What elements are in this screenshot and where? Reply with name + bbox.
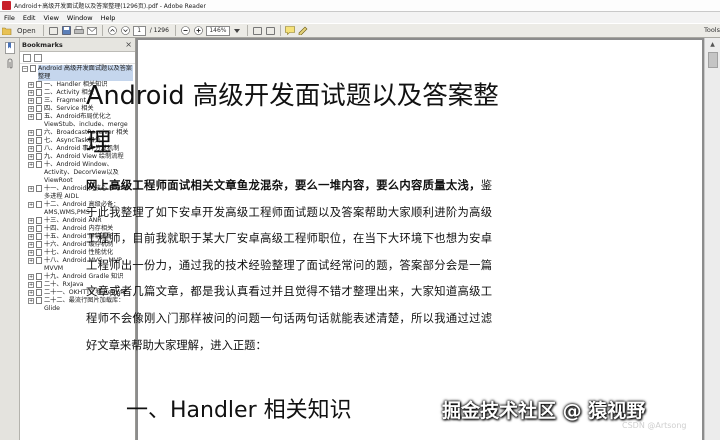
bookmarks-header: Bookmarks × (20, 38, 135, 52)
menu-help[interactable]: Help (97, 14, 120, 22)
window-title: Android+高级开发面试题以及答案整理(1296页).pdf - Adobe… (14, 3, 206, 10)
bookmark-page-icon (36, 129, 42, 136)
bookmark-page-icon (36, 153, 42, 160)
menu-file[interactable]: File (0, 14, 19, 22)
expand-icon[interactable]: + (28, 290, 34, 296)
bookmark-page-icon (36, 89, 42, 96)
bookmarks-title: Bookmarks (22, 40, 63, 49)
menu-view[interactable]: View (39, 14, 62, 22)
menu-bar: File Edit View Window Help (0, 12, 720, 23)
bookmark-page-icon (36, 161, 42, 168)
bookmark-page-icon (36, 233, 42, 240)
zoom-out-icon[interactable] (180, 25, 191, 36)
expand-icon[interactable]: + (28, 242, 34, 248)
bookmark-page-icon (36, 297, 42, 304)
bookmark-page-icon (30, 65, 36, 72)
intro-bold-text: 网上高级工程师面试相关文章鱼龙混杂，要么一堆内容，要么内容质量太浅， (86, 179, 481, 192)
open-folder-icon[interactable] (1, 25, 12, 36)
section-heading: 一、Handler 相关知识 (126, 398, 352, 423)
toolbar-separator (246, 25, 248, 36)
scroll-up-icon[interactable]: ▲ (705, 38, 720, 50)
toolbar-separator (279, 25, 281, 36)
adobe-reader-icon (2, 1, 11, 10)
comment-icon[interactable] (285, 25, 296, 36)
bookmark-page-icon (36, 241, 42, 248)
zoom-level-select[interactable]: 146% (205, 25, 230, 36)
document-intro-paragraph: 网上高级工程师面试相关文章鱼龙混杂，要么一堆内容，要么内容质量太浅，鉴于此我整理… (86, 173, 492, 359)
open-button[interactable]: Open (14, 25, 39, 36)
toolbar-separator (42, 25, 44, 36)
previous-page-icon[interactable] (107, 25, 118, 36)
page-number-input[interactable]: 1 (132, 25, 146, 36)
document-title: Android 高级开发面试题以及答案整理 (86, 81, 499, 158)
expand-icon[interactable]: + (28, 138, 34, 144)
menu-edit[interactable]: Edit (19, 14, 40, 22)
expand-icon[interactable]: + (28, 282, 34, 288)
attachments-panel-icon[interactable] (4, 58, 16, 70)
bookmark-page-icon (36, 281, 42, 288)
bookmark-page-icon (36, 201, 42, 208)
fit-width-icon[interactable] (265, 25, 276, 36)
toolbar-separator (174, 25, 176, 36)
email-icon[interactable] (87, 25, 98, 36)
scrollbar-thumb[interactable] (708, 52, 718, 68)
bookmark-page-icon (36, 97, 42, 104)
save-icon[interactable] (61, 25, 72, 36)
expand-icon[interactable]: + (28, 90, 34, 96)
expand-icon[interactable]: + (28, 114, 34, 120)
expand-icon[interactable]: + (28, 250, 34, 256)
toolbar: Open 1 / 1296 146% Tools (0, 23, 720, 38)
bookmark-page-icon (36, 137, 42, 144)
bookmark-page-icon (36, 289, 42, 296)
bookmark-page-icon (36, 217, 42, 224)
tools-menu[interactable]: Tools (704, 24, 720, 37)
expand-icon[interactable]: + (28, 298, 34, 304)
menu-window[interactable]: Window (63, 14, 97, 22)
bookmark-page-icon (36, 81, 42, 88)
bookmarks-toolbar (20, 52, 135, 64)
expand-icon[interactable]: + (28, 82, 34, 88)
delete-bookmark-icon[interactable] (34, 53, 42, 62)
close-icon[interactable]: × (125, 40, 132, 49)
vertical-scrollbar[interactable]: ▲ (704, 38, 720, 440)
bookmark-page-icon (36, 273, 42, 280)
expand-icon[interactable]: + (28, 162, 34, 168)
expand-icon[interactable]: + (28, 146, 34, 152)
print-icon[interactable] (74, 25, 85, 36)
csdn-watermark: CSDN @Artsong (622, 421, 687, 430)
intro-text: 鉴于此我整理了如下安卓开发高级工程师面试题以及答案帮助大家顺利进阶为高级工程师，… (86, 179, 492, 352)
expand-icon[interactable]: + (28, 274, 34, 280)
expand-icon[interactable]: + (28, 258, 34, 264)
zoom-in-icon[interactable] (193, 25, 204, 36)
juejin-watermark: 掘金技术社区 @ 猿视野 (442, 400, 646, 422)
collapse-icon[interactable]: − (22, 66, 28, 72)
bookmark-page-icon (36, 105, 42, 112)
navigation-pane-strip (0, 38, 20, 440)
expand-icon[interactable]: + (28, 186, 34, 192)
bookmarks-panel-icon[interactable] (4, 42, 16, 54)
bookmark-page-icon (36, 145, 42, 152)
bookmark-page-icon (36, 249, 42, 256)
expand-icon[interactable]: + (28, 234, 34, 240)
create-pdf-icon[interactable] (48, 25, 59, 36)
bookmark-page-icon (36, 257, 42, 264)
expand-icon[interactable]: + (28, 154, 34, 160)
title-bar: Android+高级开发面试题以及答案整理(1296页).pdf - Adobe… (0, 0, 720, 12)
expand-icon[interactable]: + (28, 98, 34, 104)
next-page-icon[interactable] (120, 25, 131, 36)
bookmark-page-icon (36, 225, 42, 232)
expand-icon[interactable]: + (28, 218, 34, 224)
sign-icon[interactable] (298, 25, 309, 36)
fit-page-icon[interactable] (252, 25, 263, 36)
expand-icon[interactable]: + (28, 226, 34, 232)
expand-icon[interactable]: + (28, 106, 34, 112)
toolbar-separator (101, 25, 103, 36)
bookmark-page-icon (36, 113, 42, 120)
bookmark-options-icon[interactable] (23, 53, 31, 62)
bookmark-page-icon (36, 185, 42, 192)
chevron-down-icon[interactable] (232, 25, 243, 36)
page-count: / 1296 (149, 27, 169, 34)
expand-icon[interactable]: + (28, 202, 34, 208)
expand-icon[interactable]: + (28, 130, 34, 136)
